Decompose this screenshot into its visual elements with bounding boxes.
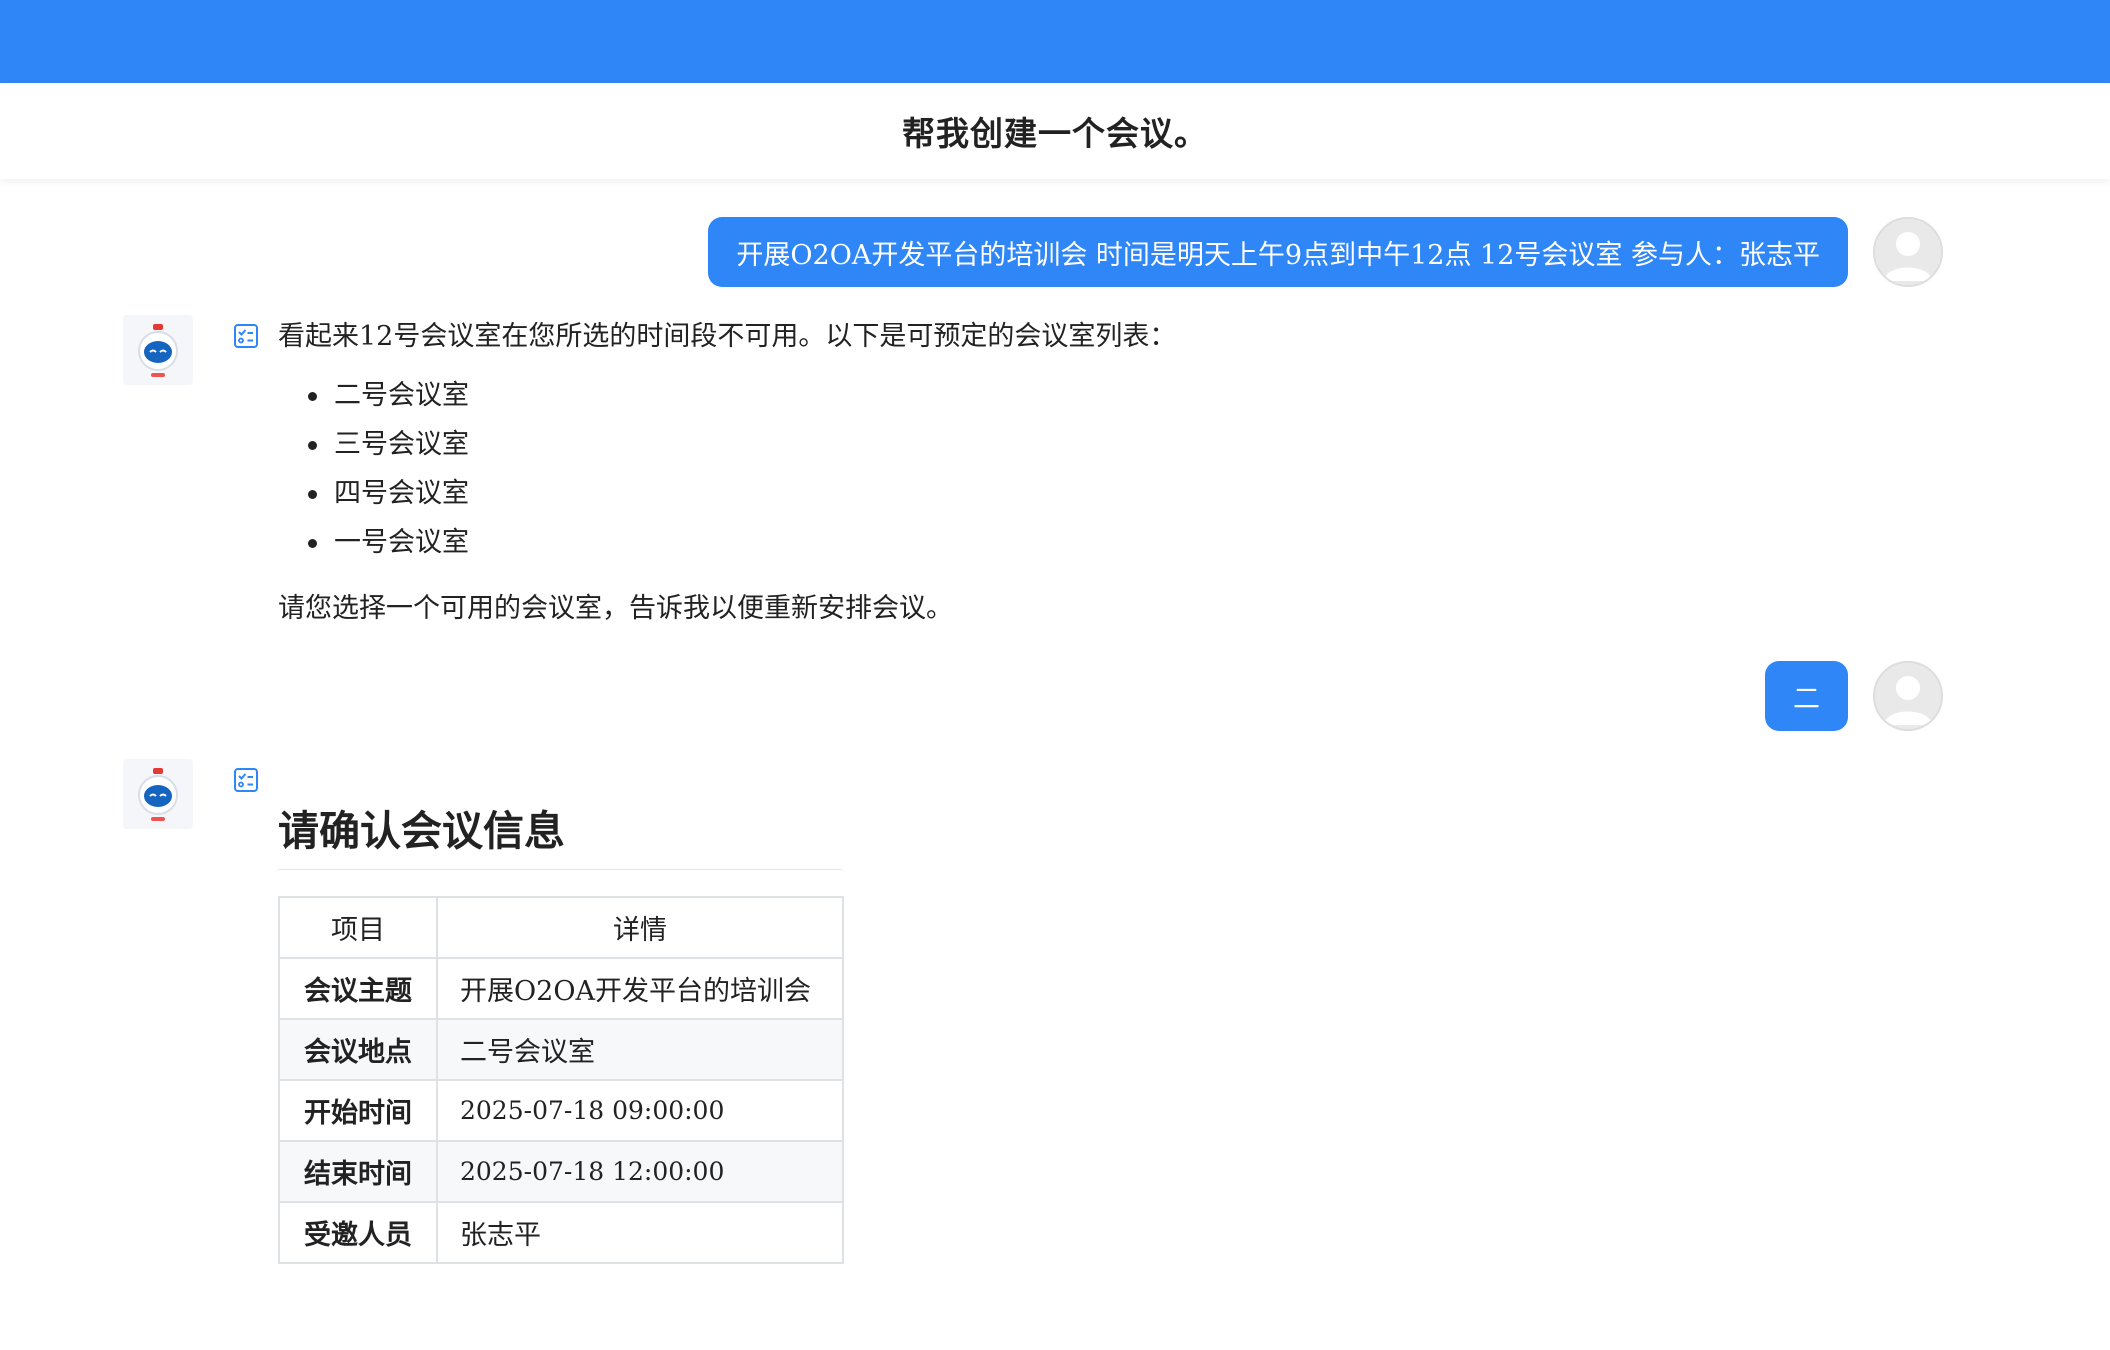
user-message-text: 二 <box>1793 683 1820 715</box>
table-cell-value: 开展O2OA开发平台的培训会 <box>436 957 844 1020</box>
table-cell-value: 2025-07-18 09:00:00 <box>436 1079 844 1142</box>
conversation-title: 帮我创建一个会议。 <box>902 114 1208 153</box>
table-row: 开始时间 2025-07-18 09:00:00 <box>278 1079 844 1142</box>
confirm-heading: 请确认会议信息 <box>278 797 842 870</box>
list-item: 一号会议室 <box>307 518 1176 567</box>
table-row: 会议主题 开展O2OA开发平台的培训会 <box>278 957 844 1020</box>
table-header-row: 项目 详情 <box>278 896 844 959</box>
user-avatar-icon[interactable] <box>1873 661 1943 731</box>
list-item: 二号会议室 <box>307 371 1176 420</box>
table-cell-key: 受邀人员 <box>278 1201 438 1264</box>
user-message-bubble: 开展O2OA开发平台的培训会 时间是明天上午9点到中午12点 12号会议室 参与… <box>708 217 1848 287</box>
conversation-title-bar: 帮我创建一个会议。 <box>0 83 2110 179</box>
table-header-cell: 详情 <box>436 896 844 959</box>
user-message-text: 开展O2OA开发平台的培训会 时间是明天上午9点到中午12点 12号会议室 参与… <box>736 239 1820 271</box>
table-row: 结束时间 2025-07-18 12:00:00 <box>278 1140 844 1203</box>
table-cell-value: 二号会议室 <box>436 1018 844 1081</box>
table-row: 受邀人员 张志平 <box>278 1201 844 1264</box>
meeting-info-table: 项目 详情 会议主题 开展O2OA开发平台的培训会 会议地点 二号会议室 开始时… <box>278 896 844 1264</box>
table-cell-key: 会议主题 <box>278 957 438 1020</box>
table-cell-key: 开始时间 <box>278 1079 438 1142</box>
table-cell-value: 2025-07-18 12:00:00 <box>436 1140 844 1203</box>
robot-avatar-icon <box>123 315 193 385</box>
checklist-icon <box>233 767 259 793</box>
table-header-cell: 项目 <box>278 896 438 959</box>
table-cell-value: 张志平 <box>436 1201 844 1264</box>
available-room-list: 二号会议室 三号会议室 四号会议室 一号会议室 <box>278 371 1176 567</box>
user-avatar-icon[interactable] <box>1873 217 1943 287</box>
robot-avatar-icon <box>123 759 193 829</box>
list-item: 三号会议室 <box>307 420 1176 469</box>
bot-message-text: 看起来12号会议室在您所选的时间段不可用。以下是可预定的会议室列表： 二号会议室… <box>278 317 1176 629</box>
top-app-bar <box>0 0 2110 83</box>
table-cell-key: 会议地点 <box>278 1018 438 1081</box>
list-item: 四号会议室 <box>307 469 1176 518</box>
table-cell-key: 结束时间 <box>278 1140 438 1203</box>
table-row: 会议地点 二号会议室 <box>278 1018 844 1081</box>
user-message-bubble: 二 <box>1765 661 1848 731</box>
checklist-icon <box>233 323 259 349</box>
bot-message-intro: 看起来12号会议室在您所选的时间段不可用。以下是可预定的会议室列表： <box>278 321 1177 352</box>
bot-message-outro: 请您选择一个可用的会议室，告诉我以便重新安排会议。 <box>278 593 953 624</box>
